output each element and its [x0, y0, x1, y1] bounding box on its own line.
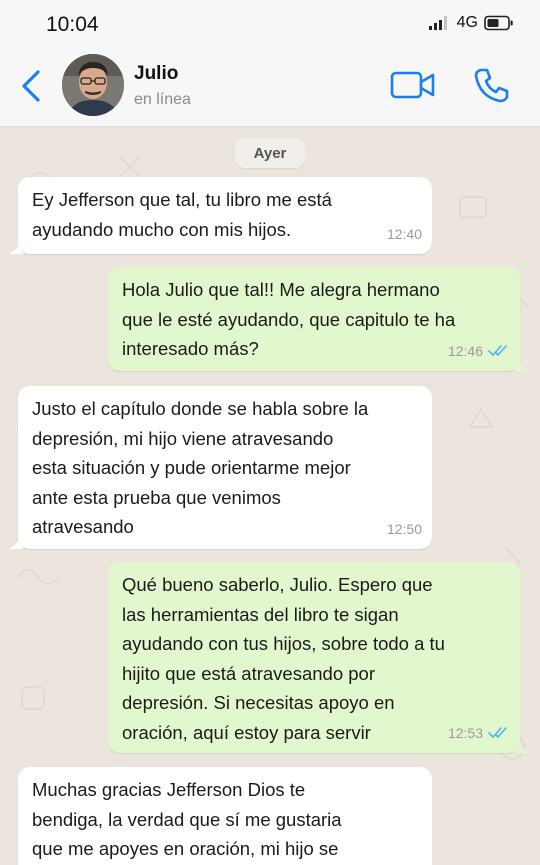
status-time: 10:04 — [46, 13, 99, 36]
chevron-left-icon[interactable] — [18, 68, 46, 104]
message-text: Ey Jefferson que tal, tu libro me está a… — [32, 189, 332, 240]
contact-photo — [62, 54, 124, 116]
message-time: 12:40 — [386, 225, 422, 242]
status-bar: 10:04 4G — [0, 0, 540, 48]
video-call-icon[interactable] — [390, 68, 436, 102]
message-meta: 12:40 — [387, 220, 422, 250]
phone-call-icon[interactable] — [472, 66, 512, 104]
message-time: 12:50 — [386, 520, 422, 537]
message-incoming[interactable]: Justo el capítulo donde se habla sobre l… — [9, 386, 432, 549]
message-incoming[interactable]: Muchas gracias Jefferson Dios te bendiga… — [18, 767, 432, 865]
day-separator: Ayer — [235, 138, 305, 168]
message-text: Muchas gracias Jefferson Dios te bendiga… — [32, 779, 342, 859]
signal-bars-icon — [428, 16, 447, 30]
message-time: 12:46 — [447, 342, 483, 359]
message-time: 12:53 — [447, 724, 483, 741]
double-check-icon — [488, 345, 507, 357]
chat-area[interactable]: Ayer Ey Jefferson que tal, tu libro me e… — [0, 127, 540, 865]
message-incoming[interactable]: Ey Jefferson que tal, tu libro me está a… — [9, 177, 432, 254]
message-meta: 12:50 — [387, 515, 422, 545]
message-outgoing[interactable]: Qué bueno saberlo, Julio. Espero que las… — [108, 562, 529, 753]
message-meta: 12:53 — [448, 719, 510, 749]
contact-name[interactable]: Julio — [134, 63, 178, 85]
message-outgoing[interactable]: Hola Julio que tal!! Me alegra hermano q… — [108, 267, 529, 371]
bubble-tail — [9, 535, 23, 549]
bubble-tail — [9, 240, 23, 254]
chat-header: Julio en línea — [0, 48, 540, 127]
message-text: Justo el capítulo donde se habla sobre l… — [32, 398, 369, 537]
message-meta: 12:46 — [448, 337, 510, 367]
bubble-tail — [515, 739, 529, 753]
contact-status: en línea — [134, 91, 191, 108]
bubble-tail — [515, 357, 529, 371]
battery-icon — [484, 15, 513, 31]
double-check-icon — [488, 727, 507, 739]
status-indicators: 4G — [428, 14, 514, 32]
network-type: 4G — [456, 14, 478, 31]
avatar[interactable] — [62, 54, 124, 116]
